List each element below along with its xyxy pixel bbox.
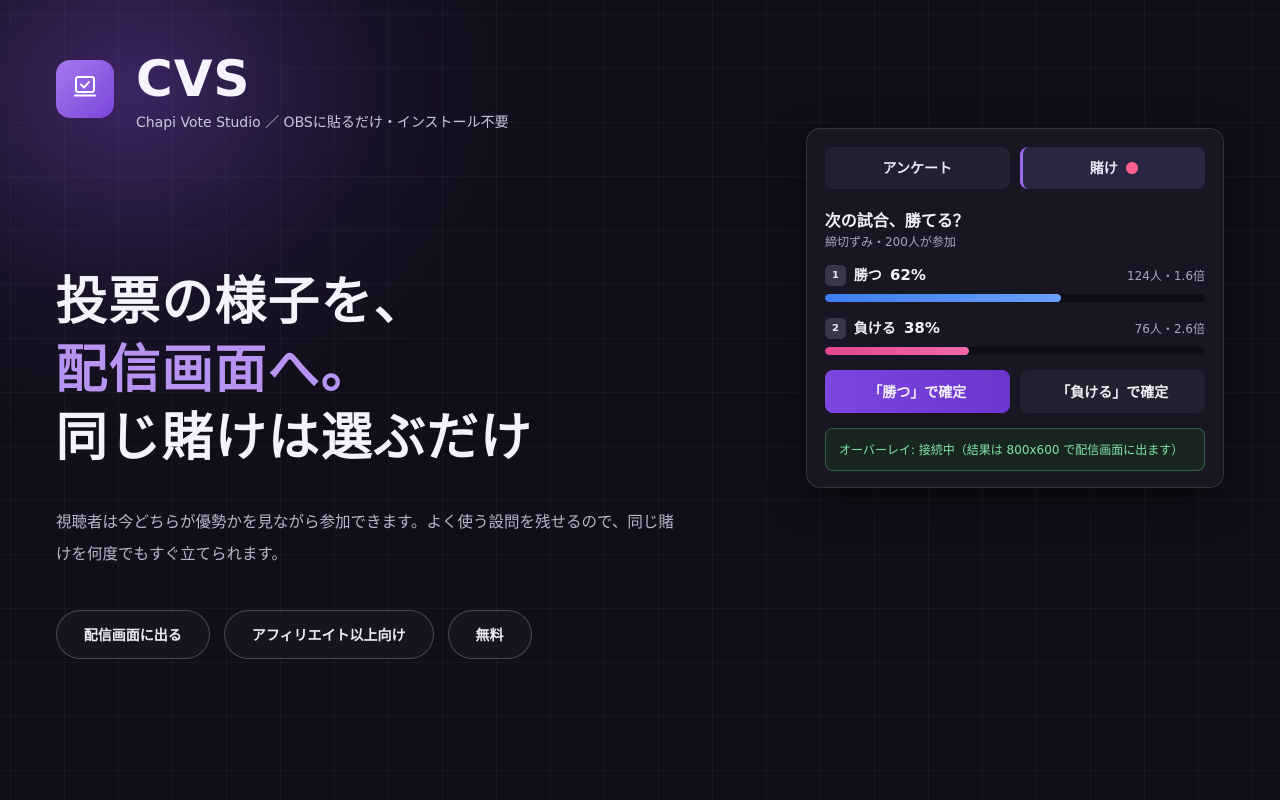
confirm-actions: 「勝つ」で確定 「負ける」で確定 xyxy=(825,370,1205,413)
tab-bet-label: 賭け xyxy=(1090,161,1118,177)
hero-line-3: 同じ賭けは選ぶだけ xyxy=(56,408,534,468)
option-progress-track xyxy=(825,347,1205,355)
app-logo xyxy=(56,60,114,118)
hero-line-2: 配信画面へ。 xyxy=(56,340,375,400)
question-meta: 締切ずみ・200人が参加 xyxy=(825,235,956,249)
overlay-status: オーバーレイ: 接続中（結果は 800x600 で配信画面に出ます） xyxy=(825,428,1205,471)
confirm-win-button[interactable]: 「勝つ」で確定 xyxy=(825,370,1010,413)
option-percent: 62% xyxy=(890,266,926,284)
option-stats: 124人・1.6倍 xyxy=(1127,268,1205,283)
live-dot-icon xyxy=(1126,162,1138,174)
option-progress-track xyxy=(825,294,1205,302)
hero-heading: 投票の様子を、 配信画面へ。 同じ賭けは選ぶだけ xyxy=(56,268,533,472)
checkbox-icon xyxy=(72,74,98,104)
option-stats: 76人・2.6倍 xyxy=(1134,321,1205,336)
feature-tags: 配信画面に出る アフィリエイト以上向け 無料 xyxy=(56,610,532,659)
option-percent: 38% xyxy=(904,319,940,337)
option-label: 負ける xyxy=(854,321,896,337)
poll-preview-card: アンケート 賭け 次の試合、勝てる？ 締切ずみ・200人が参加 1 勝つ 62%… xyxy=(806,128,1224,488)
brand-subtitle: Chapi Vote Studio ／ OBSに貼るだけ・インストール不要 xyxy=(136,115,509,131)
hero-line-1: 投票の様子を、 xyxy=(56,272,428,332)
option-number: 1 xyxy=(825,264,846,286)
confirm-lose-button[interactable]: 「負ける」で確定 xyxy=(1020,370,1205,413)
option-progress-bar xyxy=(825,347,970,355)
tag-affiliate: アフィリエイト以上向け xyxy=(224,610,434,659)
mode-tabs: アンケート 賭け xyxy=(825,147,1205,189)
hero-description: 視聴者は今どちらが優勢かを見ながら参加できます。よく使う設問を残せるので、同じ賭… xyxy=(56,513,674,563)
option-progress-bar xyxy=(825,294,1061,302)
brand-name: CVS xyxy=(136,50,251,108)
option-win: 1 勝つ 62% 124人・1.6倍 xyxy=(825,264,1205,305)
option-label: 勝つ xyxy=(854,268,882,284)
tab-survey[interactable]: アンケート xyxy=(825,147,1010,189)
tab-survey-label: アンケート xyxy=(882,161,953,177)
question-title: 次の試合、勝てる？ xyxy=(825,211,970,230)
option-lose: 2 負ける 38% 76人・2.6倍 xyxy=(825,317,1205,358)
tag-overlay: 配信画面に出る xyxy=(56,610,210,659)
option-number: 2 xyxy=(825,317,846,339)
tab-bet[interactable]: 賭け xyxy=(1020,147,1205,189)
tag-free: 無料 xyxy=(447,610,532,659)
